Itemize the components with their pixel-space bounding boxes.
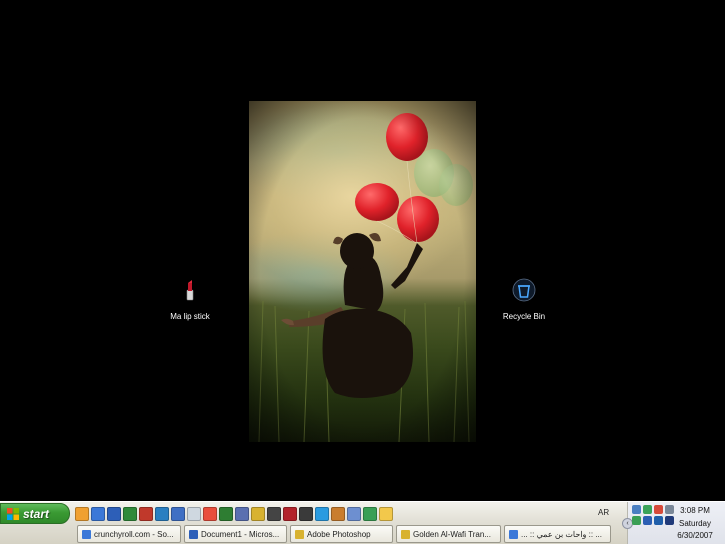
wallpaper-art (249, 101, 476, 442)
start-button[interactable]: start (0, 503, 70, 524)
network-icon[interactable] (363, 507, 377, 521)
golden-icon[interactable] (251, 507, 265, 521)
person-icon[interactable] (331, 507, 345, 521)
task-buttons: crunchyroll.com - So... Document1 - Micro… (77, 525, 611, 543)
task-button-label: crunchyroll.com - So... (94, 529, 174, 539)
photoshop-icon (295, 529, 304, 539)
opera-icon[interactable] (283, 507, 297, 521)
desktop-icon-lipstick[interactable]: Ma lip stick (155, 278, 225, 324)
messenger-icon[interactable] (315, 507, 329, 521)
quick-launch-bar (75, 505, 393, 523)
outlook-icon[interactable] (171, 507, 185, 521)
taskbar: start AR crunchyroll.com - So... Document… (0, 501, 725, 544)
task-button[interactable]: Document1 - Micros... (184, 525, 287, 543)
tool-icon[interactable] (347, 507, 361, 521)
windows-flag-icon (7, 507, 19, 520)
photoshop-icon[interactable] (235, 507, 249, 521)
excel-icon[interactable] (123, 507, 137, 521)
winamp-icon[interactable] (267, 507, 281, 521)
system-tray: ‹ 3:08 PM Saturday 6/30/2007 (622, 502, 725, 544)
start-label: start (23, 506, 50, 521)
clock-time: 3:08 PM (680, 506, 710, 515)
desktop-icon-recycle-bin[interactable]: Recycle Bin (489, 278, 559, 324)
task-button[interactable]: crunchyroll.com - So... (77, 525, 181, 543)
folder-icon[interactable] (379, 507, 393, 521)
desktop-icon-label: Ma lip stick (170, 312, 210, 321)
wallpaper-photo (249, 101, 476, 442)
task-button-label: ... :: واحات بن عمي :: ... (521, 529, 602, 539)
task-button[interactable]: ... :: واحات بن عمي :: ... (504, 525, 611, 543)
clock-day: Saturday (678, 518, 712, 528)
access-icon[interactable] (139, 507, 153, 521)
app-tray-icon[interactable] (654, 516, 663, 525)
player-icon[interactable] (299, 507, 313, 521)
paint-icon[interactable] (203, 507, 217, 521)
desktop[interactable]: Ma lip stick Recycle Bin (0, 0, 725, 501)
ie-icon[interactable] (91, 507, 105, 521)
frontpage-icon[interactable] (155, 507, 169, 521)
shield-tray-icon[interactable] (643, 516, 652, 525)
language-indicator[interactable]: AR (598, 508, 609, 517)
network-tray-icon[interactable] (632, 505, 641, 514)
task-button-label: Adobe Photoshop (307, 529, 371, 539)
ql-orange-icon[interactable] (75, 507, 89, 521)
clock-date: 6/30/2007 (677, 531, 713, 540)
desktop-icon-label: Recycle Bin (502, 312, 546, 321)
media-icon[interactable] (219, 507, 233, 521)
task-button-label: Document1 - Micros... (201, 529, 280, 539)
alert-tray-icon[interactable] (654, 505, 663, 514)
clock[interactable]: 3:08 PM Saturday 6/30/2007 (671, 505, 719, 543)
task-button-label: Golden Al-Wafi Tran... (413, 529, 491, 539)
word-icon (189, 529, 198, 539)
messenger-tray-icon[interactable] (643, 505, 652, 514)
recycle-bin-icon (512, 278, 536, 302)
notepad-icon[interactable] (187, 507, 201, 521)
ie-icon (509, 529, 518, 539)
lipstick-icon (186, 280, 194, 301)
security-tray-icon[interactable] (632, 516, 641, 525)
task-button[interactable]: Adobe Photoshop (290, 525, 393, 543)
tray-icons (632, 505, 674, 525)
golden-icon (401, 529, 410, 539)
task-button[interactable]: Golden Al-Wafi Tran... (396, 525, 501, 543)
ie-icon (82, 529, 91, 539)
word-icon[interactable] (107, 507, 121, 521)
